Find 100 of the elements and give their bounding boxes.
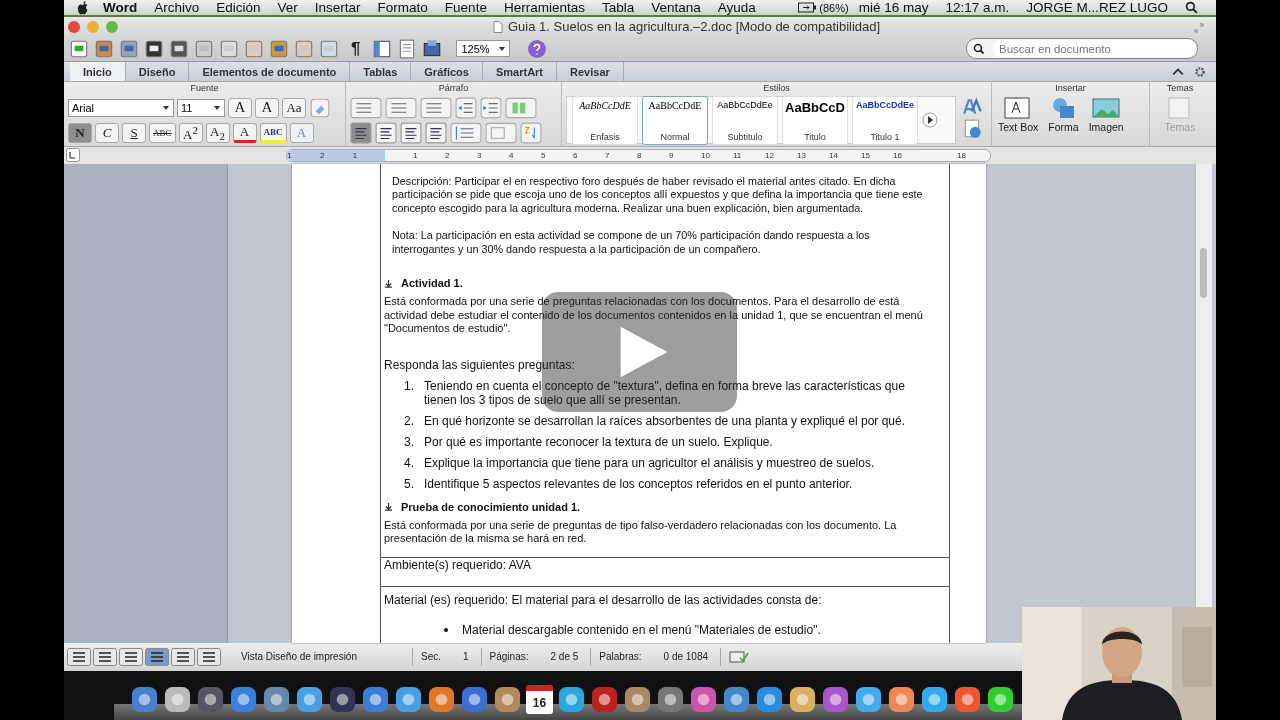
app-icon[interactable] [427,685,456,714]
view-button[interactable] [67,647,91,666]
format-button[interactable]: C [95,122,119,143]
align-button[interactable] [400,121,422,144]
app-icon[interactable] [557,685,586,714]
outdent-icon[interactable] [455,96,477,119]
align-button[interactable] [375,121,397,144]
app-icon[interactable] [821,685,850,714]
bullet-icon [444,627,448,632]
app-icon[interactable] [788,685,817,714]
gear-icon[interactable] [1194,65,1206,78]
ribbon-tab[interactable]: Elementos de documento [189,61,351,82]
menu-item[interactable]: Ver [277,0,298,15]
format-button[interactable]: A$^{2}$ [178,122,203,143]
help-icon[interactable] [527,38,548,59]
insert-button[interactable]: Forma [1046,95,1081,134]
app-icon[interactable] [689,685,718,714]
app-icon[interactable] [656,685,685,714]
ruler[interactable]: 1 2 1 1 2 3 4 5 6 7 8 9 10 11 12 13 14 15 16 18 [286,148,991,162]
apple-icon[interactable] [76,0,89,15]
battery-icon[interactable] [798,2,817,13]
font-name-field[interactable]: Arial [68,98,174,117]
close-button[interactable] [68,20,80,33]
grow-font-button[interactable]: A [228,97,252,118]
insert-button[interactable]: Imagen [1086,95,1126,134]
calendar-icon[interactable]: 16 [526,685,553,714]
format-button[interactable]: A$_{2}$ [205,122,230,143]
shrink-font-button[interactable]: A [255,97,279,118]
indent-icon[interactable] [480,96,502,119]
style-swatch[interactable]: AaBbCcDdE Enfasis [572,95,638,145]
app-icon[interactable] [394,685,423,714]
view-button[interactable] [197,647,221,666]
font-size-field[interactable]: 11 [177,98,225,117]
view-button[interactable] [171,647,195,666]
menu-item[interactable]: Edición [216,0,261,15]
app-icon[interactable] [887,685,916,714]
app-icon[interactable] [755,685,784,714]
fullscreen-icon[interactable] [1194,23,1204,33]
ribbon-tab[interactable]: Tablas [350,61,412,82]
sort-icon[interactable] [520,121,542,144]
view-button[interactable] [119,647,143,666]
align-button[interactable] [350,121,372,144]
app-icon[interactable] [920,685,949,714]
app-icon[interactable] [328,685,357,714]
format-button[interactable]: S [122,122,146,143]
style-swatch[interactable]: AaBbCcDdEe Titulo 1 [852,95,918,145]
font-color-button[interactable]: A [232,122,257,143]
ribbon-tab[interactable]: Inicio [70,61,126,82]
highlight-button[interactable]: ABC [259,122,287,143]
paragraph-marks-button[interactable]: ¶ [351,38,361,59]
format-button[interactable]: N [68,122,92,143]
ribbon-tab[interactable]: Gráficos [411,61,483,82]
scrollbar[interactable] [1195,163,1212,609]
menu-item[interactable]: Word [103,0,138,15]
section-heading: Prueba de conocimiento unidad 1. [401,500,581,513]
ribbon-tab[interactable]: SmartArt [482,61,558,82]
zoom-field[interactable]: 125% [456,40,511,58]
menu-item[interactable]: Ayuda [717,0,756,15]
app-icon[interactable] [986,685,1015,714]
proofing-icon[interactable] [729,649,750,664]
app-icon[interactable] [361,685,390,714]
style-swatch[interactable]: AaBbCcD Titulo [782,95,848,145]
tab-stop-icon[interactable] [66,148,80,163]
menu-item[interactable]: Herramientas [503,0,585,15]
view-button[interactable] [93,647,117,666]
style-swatch[interactable]: AaBbCcDdE Normal [642,95,708,145]
menu-item[interactable]: Archivo [154,0,200,15]
app-icon[interactable] [196,685,225,714]
menu-item[interactable]: Tabla [601,0,635,15]
app-icon[interactable] [229,685,258,714]
style-swatch[interactable]: AaBbCcDdEe Subtitulo [712,95,778,145]
align-button[interactable] [425,121,447,144]
menu-item[interactable]: Formato [377,0,428,15]
style-name: Titulo [804,131,826,142]
menu-item[interactable]: Fuente [444,0,487,15]
format-button[interactable]: ABC [149,122,176,143]
app-icon[interactable] [460,685,489,714]
app-icon[interactable] [163,685,192,714]
ribbon-tab[interactable]: Diseño [125,61,190,82]
app-icon[interactable] [262,685,291,714]
app-icon[interactable] [953,685,982,714]
change-case-button[interactable]: Aa [282,97,306,118]
app-icon[interactable] [854,685,883,714]
insert-button[interactable]: Text Box [996,95,1041,134]
app-icon[interactable] [623,685,652,714]
ribbon-tab[interactable]: Revisar [557,61,624,82]
search-icon[interactable] [973,42,987,55]
app-icon[interactable] [590,685,619,714]
search-icon[interactable] [1185,1,1198,14]
group-title: Temas [1165,83,1195,96]
user-name[interactable]: JORGE M...REZ LUGO [1026,0,1168,15]
view-button[interactable] [145,647,169,666]
menu-date: mié 16 may [858,0,929,15]
app-icon[interactable] [130,685,159,714]
app-icon[interactable] [295,685,324,714]
search-field[interactable]: Buscar en documento [966,38,1198,60]
menu-item[interactable]: Insertar [314,0,361,15]
app-icon[interactable] [722,685,751,714]
menu-item[interactable]: Ventana [651,0,701,15]
app-icon[interactable] [493,685,522,714]
